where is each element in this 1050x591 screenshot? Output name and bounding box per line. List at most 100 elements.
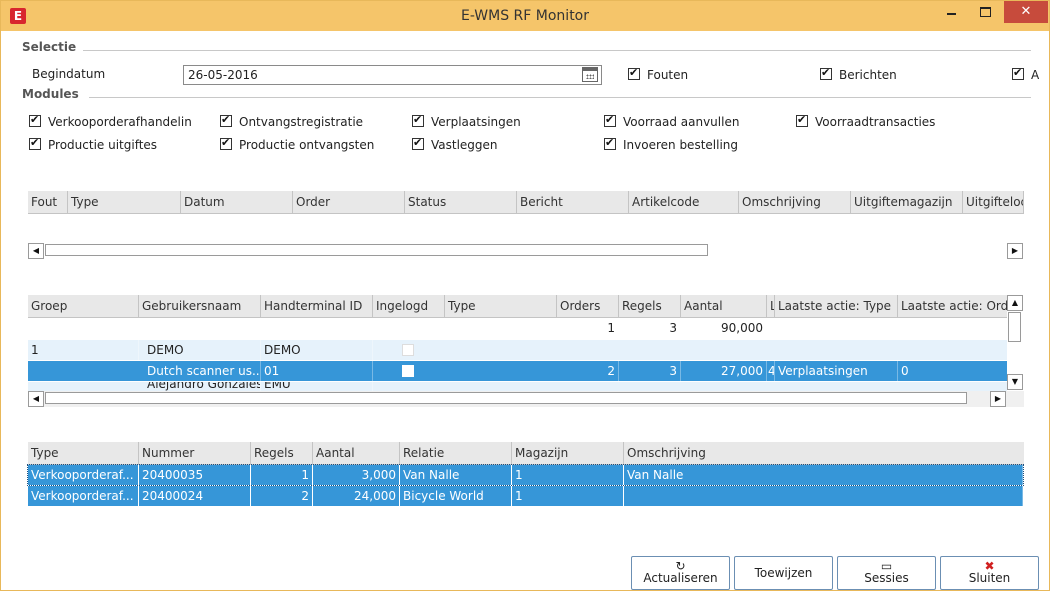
order-regels: 1: [251, 465, 313, 485]
scroll-left-icon[interactable]: ◀: [28, 391, 44, 407]
sessions-vscroll-thumb[interactable]: [1008, 312, 1021, 342]
scroll-left-icon[interactable]: ◀: [28, 243, 44, 259]
table-row[interactable]: 1 DEMO DEMO: [28, 340, 1008, 360]
module-checkbox-invoeren-bestelling[interactable]: [604, 136, 616, 150]
order-magazijn: 1: [512, 486, 624, 506]
module-label-productie-uitgiftes: Productie uitgiftes: [48, 138, 158, 152]
table-row[interactable]: Dutch scanner us... 01 2 3 27,000 4 Verp…: [28, 361, 1008, 381]
scroll-up-icon[interactable]: ▲: [1007, 295, 1023, 311]
module-label-invoeren-bestelling: Invoeren bestelling: [623, 138, 739, 152]
module-label-verplaatsingen: Verplaatsingen: [431, 115, 521, 129]
toewijzen-button[interactable]: Toewijzen: [734, 556, 833, 590]
module-checkbox-ontvangst[interactable]: [220, 113, 232, 127]
col-order-regels[interactable]: Regels: [251, 442, 313, 465]
session-terminal: 01: [261, 361, 373, 381]
messages-grid[interactable]: Fout Type Datum Order Status Bericht Art…: [28, 191, 1024, 263]
order-relatie: Van Nalle: [400, 465, 512, 485]
col-l[interactable]: L: [767, 295, 775, 318]
scroll-down-icon[interactable]: ▼: [1007, 374, 1023, 390]
toewijzen-label: Toewijzen: [754, 566, 813, 580]
col-bericht[interactable]: Bericht: [517, 191, 629, 214]
module-checkbox-voorraad-aanvullen[interactable]: [604, 113, 616, 127]
module-label-voorraadtransacties: Voorraadtransacties: [815, 115, 936, 129]
col-omschrijving[interactable]: Omschrijving: [739, 191, 851, 214]
sessies-button[interactable]: ▭ Sessies: [837, 556, 936, 590]
col-regels[interactable]: Regels: [619, 295, 681, 318]
rf-monitor-window: E E-WMS RF Monitor ✕ Selectie Begindatum…: [0, 0, 1050, 591]
scroll-right-icon[interactable]: ▶: [1007, 243, 1023, 259]
messages-hscrollbar[interactable]: ◀ ▶: [28, 243, 1024, 259]
sluiten-button[interactable]: ✖ Sluiten: [940, 556, 1039, 590]
selectie-heading: Selectie: [22, 40, 77, 54]
messages-hscroll-thumb[interactable]: [45, 244, 708, 256]
module-checkbox-productie-uitgiftes[interactable]: [29, 136, 41, 150]
maximize-button[interactable]: [969, 1, 999, 23]
col-session-type[interactable]: Type: [445, 295, 557, 318]
calendar-icon[interactable]: [582, 67, 598, 82]
col-handterminal-id[interactable]: Handterminal ID: [261, 295, 373, 318]
sessies-label: Sessies: [864, 571, 909, 585]
col-relatie[interactable]: Relatie: [400, 442, 512, 465]
col-orders[interactable]: Orders: [557, 295, 619, 318]
close-window-button[interactable]: ✕: [1004, 1, 1048, 23]
session-laatste-type: Verplaatsingen: [775, 361, 898, 381]
col-order-type[interactable]: Type: [28, 442, 139, 465]
col-laatste-actie-order[interactable]: Laatste actie: Orde: [898, 295, 1008, 318]
fouten-checkbox[interactable]: [628, 66, 640, 80]
col-aantal[interactable]: Aantal: [681, 295, 767, 318]
order-omschrijving: [624, 486, 1023, 506]
modules-heading: Modules: [22, 87, 79, 101]
sessions-hscrollbar[interactable]: ◀ ▶: [28, 391, 1024, 407]
order-type: Verkooporderaf...: [28, 486, 139, 506]
col-uitgiftemagazijn[interactable]: Uitgiftemagazijn: [851, 191, 963, 214]
title-bar[interactable]: E E-WMS RF Monitor ✕: [1, 1, 1049, 31]
col-magazijn[interactable]: Magazijn: [512, 442, 624, 465]
session-laatste-order: 0: [898, 361, 1008, 381]
col-uitgifteloc[interactable]: Uitgifteloc: [963, 191, 1024, 214]
order-relatie: Bicycle World: [400, 486, 512, 506]
minimize-button[interactable]: [936, 1, 966, 23]
sessions-grid[interactable]: Groep Gebruikersnaam Handterminal ID Ing…: [28, 295, 1024, 409]
module-label-vastleggen: Vastleggen: [431, 138, 498, 152]
col-order[interactable]: Order: [293, 191, 405, 214]
scroll-right-icon[interactable]: ▶: [990, 391, 1006, 407]
col-nummer[interactable]: Nummer: [139, 442, 251, 465]
col-laatste-actie-type[interactable]: Laatste actie: Type: [775, 295, 898, 318]
col-groep[interactable]: Groep: [28, 295, 139, 318]
actualiseren-button[interactable]: ↻ Actualiseren: [631, 556, 730, 590]
session-groep: 1: [28, 340, 139, 360]
session-l: 4: [767, 361, 775, 381]
col-order-aantal[interactable]: Aantal: [313, 442, 400, 465]
col-type[interactable]: Type: [68, 191, 181, 214]
module-checkbox-verkoop[interactable]: [29, 113, 41, 127]
orders-grid[interactable]: Type Nummer Regels Aantal Relatie Magazi…: [27, 442, 1024, 508]
col-order-omschrijving[interactable]: Omschrijving: [624, 442, 1024, 465]
module-checkbox-productie-ontvangsten[interactable]: [220, 136, 232, 150]
actualiseren-label: Actualiseren: [643, 571, 718, 585]
module-checkbox-vastleggen[interactable]: [412, 136, 424, 150]
col-datum[interactable]: Datum: [181, 191, 293, 214]
sluiten-label: Sluiten: [968, 571, 1011, 585]
order-nummer: 20400035: [139, 465, 251, 485]
sessions-vscrollbar[interactable]: ▲ ▼: [1007, 295, 1024, 391]
table-row[interactable]: Verkooporderaf... 20400035 1 3,000 Van N…: [27, 464, 1024, 486]
session-gebruiker: DEMO: [144, 340, 261, 360]
window-title: E-WMS RF Monitor: [460, 8, 590, 24]
begindatum-input[interactable]: 26-05-2016: [183, 65, 602, 85]
ingelogd-checkbox: [402, 344, 414, 356]
col-status[interactable]: Status: [405, 191, 517, 214]
col-artikelcode[interactable]: Artikelcode: [629, 191, 739, 214]
a-checkbox[interactable]: [1012, 66, 1024, 80]
col-gebruikersnaam[interactable]: Gebruikersnaam: [139, 295, 261, 318]
module-checkbox-voorraadtransacties[interactable]: [796, 113, 808, 127]
sessions-hscroll-thumb[interactable]: [45, 392, 967, 404]
module-checkbox-verplaatsingen[interactable]: [412, 113, 424, 127]
session-aantal: 27,000: [681, 361, 767, 381]
col-fout[interactable]: Fout: [28, 191, 68, 214]
col-ingelogd[interactable]: Ingelogd: [373, 295, 445, 318]
berichten-checkbox[interactable]: [820, 66, 832, 80]
order-aantal: 24,000: [313, 486, 400, 506]
session-regels: 3: [619, 361, 681, 381]
modules-divider: [89, 97, 1031, 98]
table-row[interactable]: Verkooporderaf... 20400024 2 24,000 Bicy…: [28, 486, 1023, 506]
